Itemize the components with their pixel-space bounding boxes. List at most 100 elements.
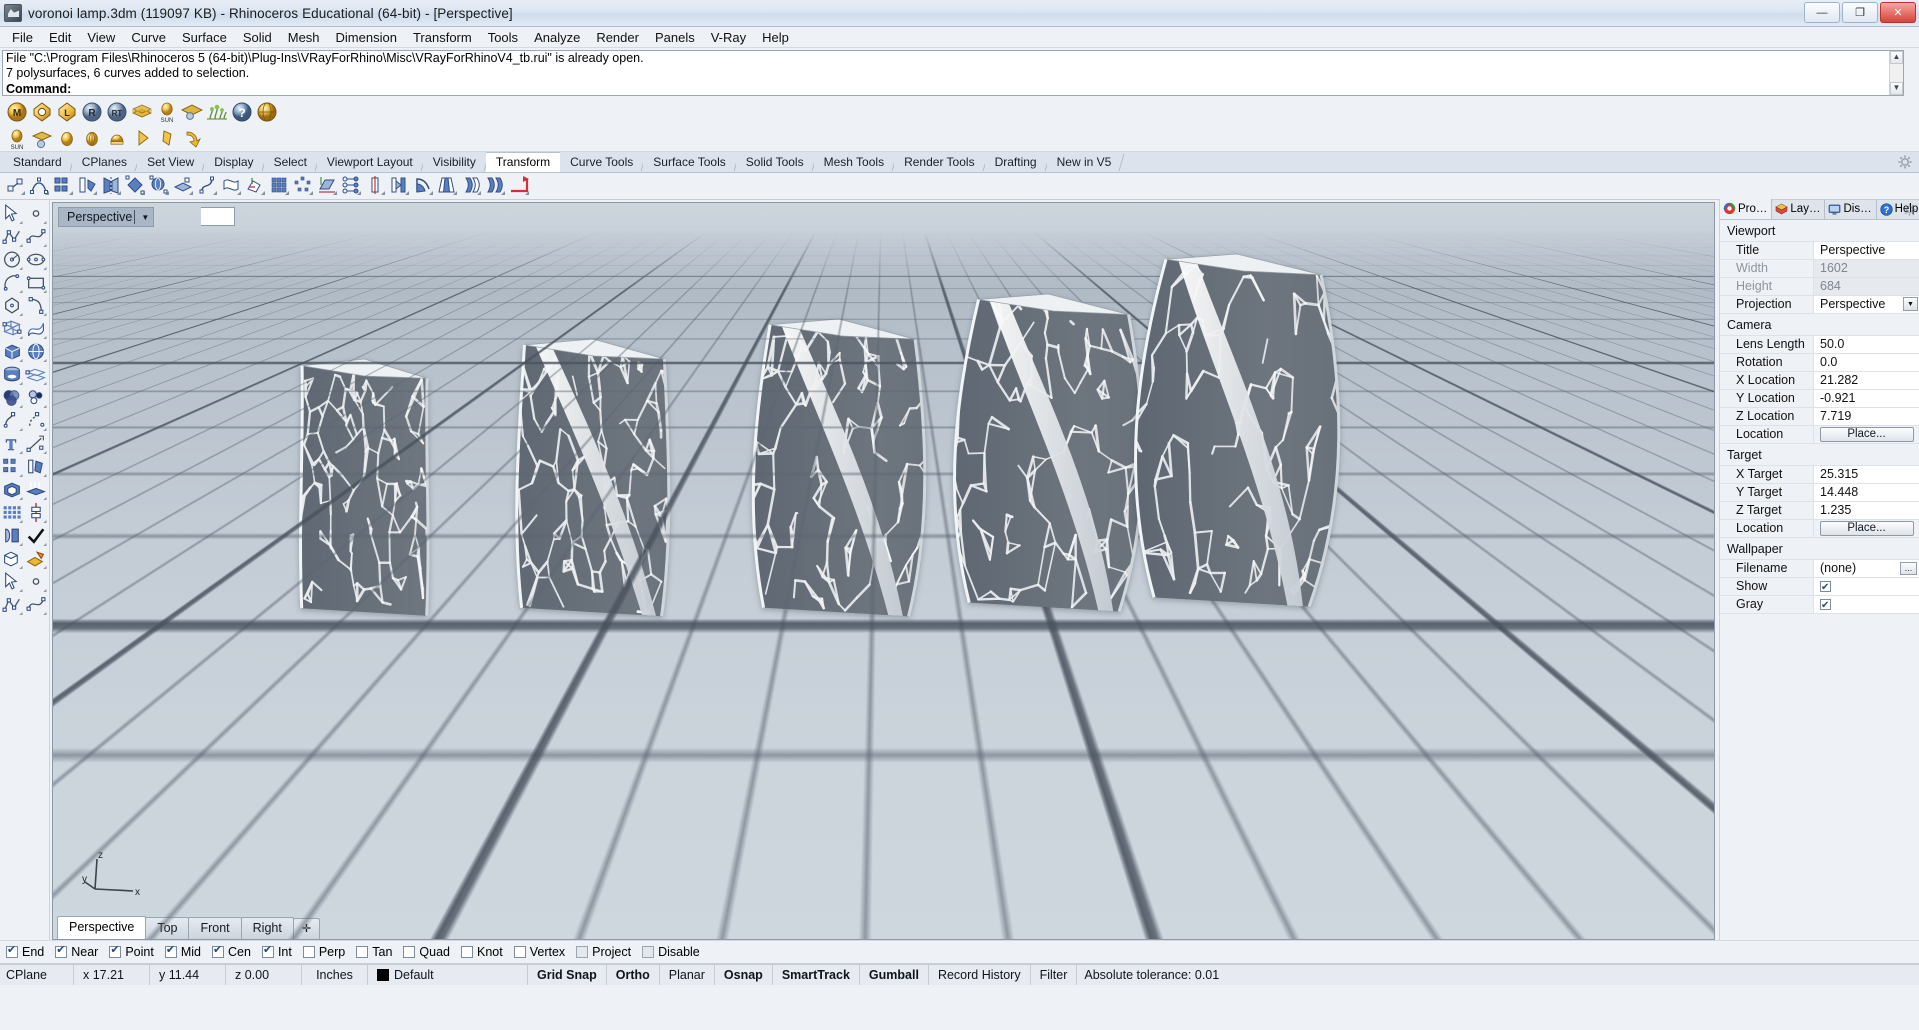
browse-button[interactable]: ... — [1900, 562, 1917, 575]
osnap-perp[interactable]: Perp — [302, 945, 345, 959]
text-icon[interactable] — [1, 479, 25, 502]
maximize-button[interactable]: ❐ — [1842, 2, 1878, 23]
osnap-cen[interactable]: Cen — [212, 943, 251, 959]
checkbox[interactable] — [403, 946, 416, 958]
property-value[interactable]: -0.921 — [1814, 390, 1919, 407]
render-icon[interactable] — [1, 594, 25, 617]
checkbox[interactable] — [212, 943, 224, 958]
property-value[interactable]: 21.282 — [1814, 372, 1919, 389]
status-toggle-osnap[interactable]: Osnap — [715, 965, 773, 985]
mirror-icon[interactable] — [101, 175, 123, 197]
voronoi-lamp-2[interactable] — [508, 338, 686, 638]
dimension-icon[interactable] — [25, 479, 49, 502]
toolbar-tab-render-tools[interactable]: Render Tools — [894, 153, 985, 172]
scroll-down-icon[interactable]: ▼ — [1890, 82, 1903, 95]
vray-sun-icon[interactable]: SUN — [156, 101, 178, 123]
checkbox[interactable] — [576, 946, 589, 958]
menu-item-analyze[interactable]: Analyze — [526, 28, 588, 47]
toolbar-tab-visibility[interactable]: Visibility — [422, 153, 486, 172]
toolbar-tab-transform[interactable]: Transform — [485, 152, 561, 172]
osnap-tan[interactable]: Tan — [356, 945, 392, 959]
vray-render-icon[interactable]: R — [81, 101, 103, 123]
vray-spot-light-icon[interactable] — [131, 128, 153, 150]
chevron-down-icon[interactable]: ▼ — [141, 213, 149, 222]
ellipse-icon[interactable] — [25, 249, 49, 272]
minimize-button[interactable]: — — [1804, 2, 1840, 23]
unroll-icon[interactable] — [1, 571, 25, 594]
status-units[interactable]: Inches — [302, 965, 368, 985]
vray-infinite-plane-icon[interactable] — [181, 101, 203, 123]
set-points-icon[interactable] — [509, 175, 531, 197]
voronoi-lamp-5[interactable] — [1123, 253, 1371, 628]
property-value[interactable]: 0.0 — [1814, 354, 1919, 371]
menu-item-file[interactable]: File — [4, 28, 41, 47]
osnap-vertex[interactable]: Vertex — [513, 945, 565, 959]
blend-icon[interactable] — [25, 456, 49, 479]
trim-icon[interactable] — [1, 410, 25, 433]
menu-item-tools[interactable]: Tools — [480, 28, 526, 47]
status-toggle-gumball[interactable]: Gumball — [860, 965, 929, 985]
project-to-cplane-icon[interactable] — [173, 175, 195, 197]
arc-icon[interactable] — [1, 272, 25, 295]
checkbox[interactable] — [1820, 597, 1831, 614]
checkbox[interactable] — [261, 943, 274, 958]
point-icon[interactable] — [25, 203, 49, 226]
array-along-curve-icon[interactable] — [341, 175, 363, 197]
toolbar-tab-solid-tools[interactable]: Solid Tools — [735, 153, 814, 172]
vray-export-icon[interactable] — [181, 128, 203, 150]
toolbar-tab-mesh-tools[interactable]: Mesh Tools — [813, 153, 895, 172]
vray-options-icon[interactable] — [31, 101, 53, 123]
osnap-knot[interactable]: Knot — [461, 945, 503, 959]
vray-rect-light-icon[interactable] — [106, 128, 128, 150]
menu-item-curve[interactable]: Curve — [123, 28, 174, 47]
property-dropdown-cell[interactable]: Perspective ▼ — [1814, 296, 1919, 313]
select-objects-icon[interactable] — [1, 203, 25, 226]
menu-item-render[interactable]: Render — [588, 28, 647, 47]
shear-icon[interactable] — [317, 175, 339, 197]
vray-globe-icon[interactable] — [256, 101, 278, 123]
menu-item-transform[interactable]: Transform — [405, 28, 480, 47]
chevron-down-icon[interactable]: ▼ — [1903, 297, 1918, 311]
layout-icon[interactable] — [1, 502, 25, 525]
scale-icon[interactable] — [125, 175, 147, 197]
place-button[interactable]: Place... — [1819, 521, 1914, 536]
flow-icon[interactable] — [461, 175, 483, 197]
panel-tab-properties[interactable]: Pro… — [1720, 199, 1773, 219]
flow-2-icon[interactable] — [485, 175, 507, 197]
menu-item-dimension[interactable]: Dimension — [328, 28, 405, 47]
checkbox[interactable] — [302, 946, 315, 958]
checkbox[interactable] — [6, 943, 18, 958]
curve-icon[interactable] — [25, 226, 49, 249]
vray-fur-icon[interactable] — [206, 101, 228, 123]
status-toggle-record-history[interactable]: Record History — [929, 965, 1031, 985]
circle-icon[interactable] — [1, 249, 25, 272]
checkbox[interactable] — [164, 943, 177, 958]
loft-icon[interactable] — [25, 318, 49, 341]
gear-icon[interactable] — [1903, 203, 1916, 216]
osnap-end[interactable]: End — [6, 943, 44, 959]
polyline-icon[interactable] — [1, 226, 25, 249]
move-icon[interactable] — [5, 175, 27, 197]
property-value[interactable]: 50.0 — [1814, 336, 1919, 353]
sphere-icon[interactable] — [25, 341, 49, 364]
fillet-icon[interactable] — [1, 456, 25, 479]
vray-mesh-light-icon[interactable] — [156, 128, 178, 150]
taper-icon[interactable] — [437, 175, 459, 197]
toolbar-tab-curve-tools[interactable]: Curve Tools — [560, 153, 644, 172]
surface-tools-icon[interactable] — [25, 364, 49, 387]
status-toggle-filter[interactable]: Filter — [1031, 965, 1078, 985]
status-layer[interactable]: Default — [368, 965, 528, 985]
command-prompt[interactable]: Command: — [3, 81, 1903, 95]
menu-item-solid[interactable]: Solid — [235, 28, 280, 47]
array-icon[interactable] — [269, 175, 291, 197]
surface-from-curves-icon[interactable] — [1, 318, 25, 341]
add-viewport-tab-button[interactable]: ✛ — [292, 918, 321, 939]
checkbox[interactable] — [513, 946, 526, 958]
material-icon[interactable] — [25, 594, 49, 617]
property-value[interactable]: 14.448 — [1814, 484, 1919, 501]
viewport-title[interactable]: Perspective ▼ — [58, 207, 155, 227]
checkbox[interactable] — [1820, 579, 1831, 596]
property-file-cell[interactable]: (none)... — [1814, 560, 1919, 577]
offset-icon[interactable] — [25, 502, 49, 525]
vray-render-rt-icon[interactable]: RT — [106, 101, 128, 123]
